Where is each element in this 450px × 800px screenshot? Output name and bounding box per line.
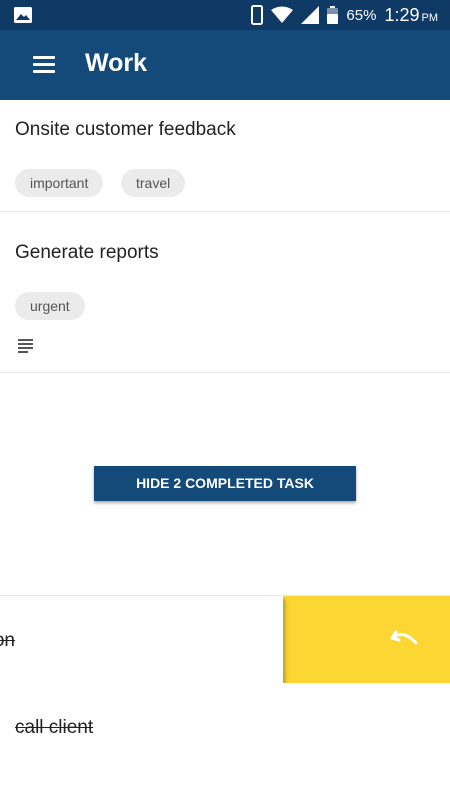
status-bar: 65% 1:29 PM bbox=[0, 0, 450, 30]
clock: 1:29 PM bbox=[384, 5, 438, 26]
clock-ampm: PM bbox=[421, 11, 439, 24]
hide-completed-button[interactable]: HIDE 2 COMPLETED TASK bbox=[94, 466, 356, 501]
task-title: call client bbox=[15, 717, 94, 738]
task-title: Generate reports bbox=[15, 242, 159, 263]
app-bar: Work bbox=[0, 30, 450, 100]
tag-chip[interactable]: travel bbox=[121, 169, 186, 197]
page-title: Work bbox=[85, 49, 148, 77]
task-title: on bbox=[0, 630, 15, 651]
phone-icon bbox=[251, 5, 264, 25]
undo-icon[interactable] bbox=[390, 628, 420, 650]
notes-icon bbox=[18, 339, 34, 353]
swiped-completed-task[interactable]: on bbox=[0, 596, 283, 684]
signal-icon bbox=[301, 6, 320, 24]
image-icon bbox=[14, 7, 32, 23]
battery-icon bbox=[327, 6, 339, 24]
clock-time: 1:29 bbox=[384, 4, 420, 25]
battery-percent: 65% bbox=[346, 6, 377, 24]
completed-task-item[interactable]: call client bbox=[0, 683, 450, 800]
tag-chip[interactable]: important bbox=[15, 169, 104, 197]
hamburger-menu-icon[interactable] bbox=[30, 52, 60, 78]
swipe-undo-area: on bbox=[0, 595, 450, 684]
task-item[interactable]: Generate reports urgent bbox=[0, 212, 450, 373]
wifi-icon bbox=[271, 6, 294, 24]
tag-chip[interactable]: urgent bbox=[15, 292, 85, 320]
task-item[interactable]: Onsite customer feedback important trave… bbox=[0, 100, 450, 212]
task-title: Onsite customer feedback bbox=[15, 119, 236, 140]
